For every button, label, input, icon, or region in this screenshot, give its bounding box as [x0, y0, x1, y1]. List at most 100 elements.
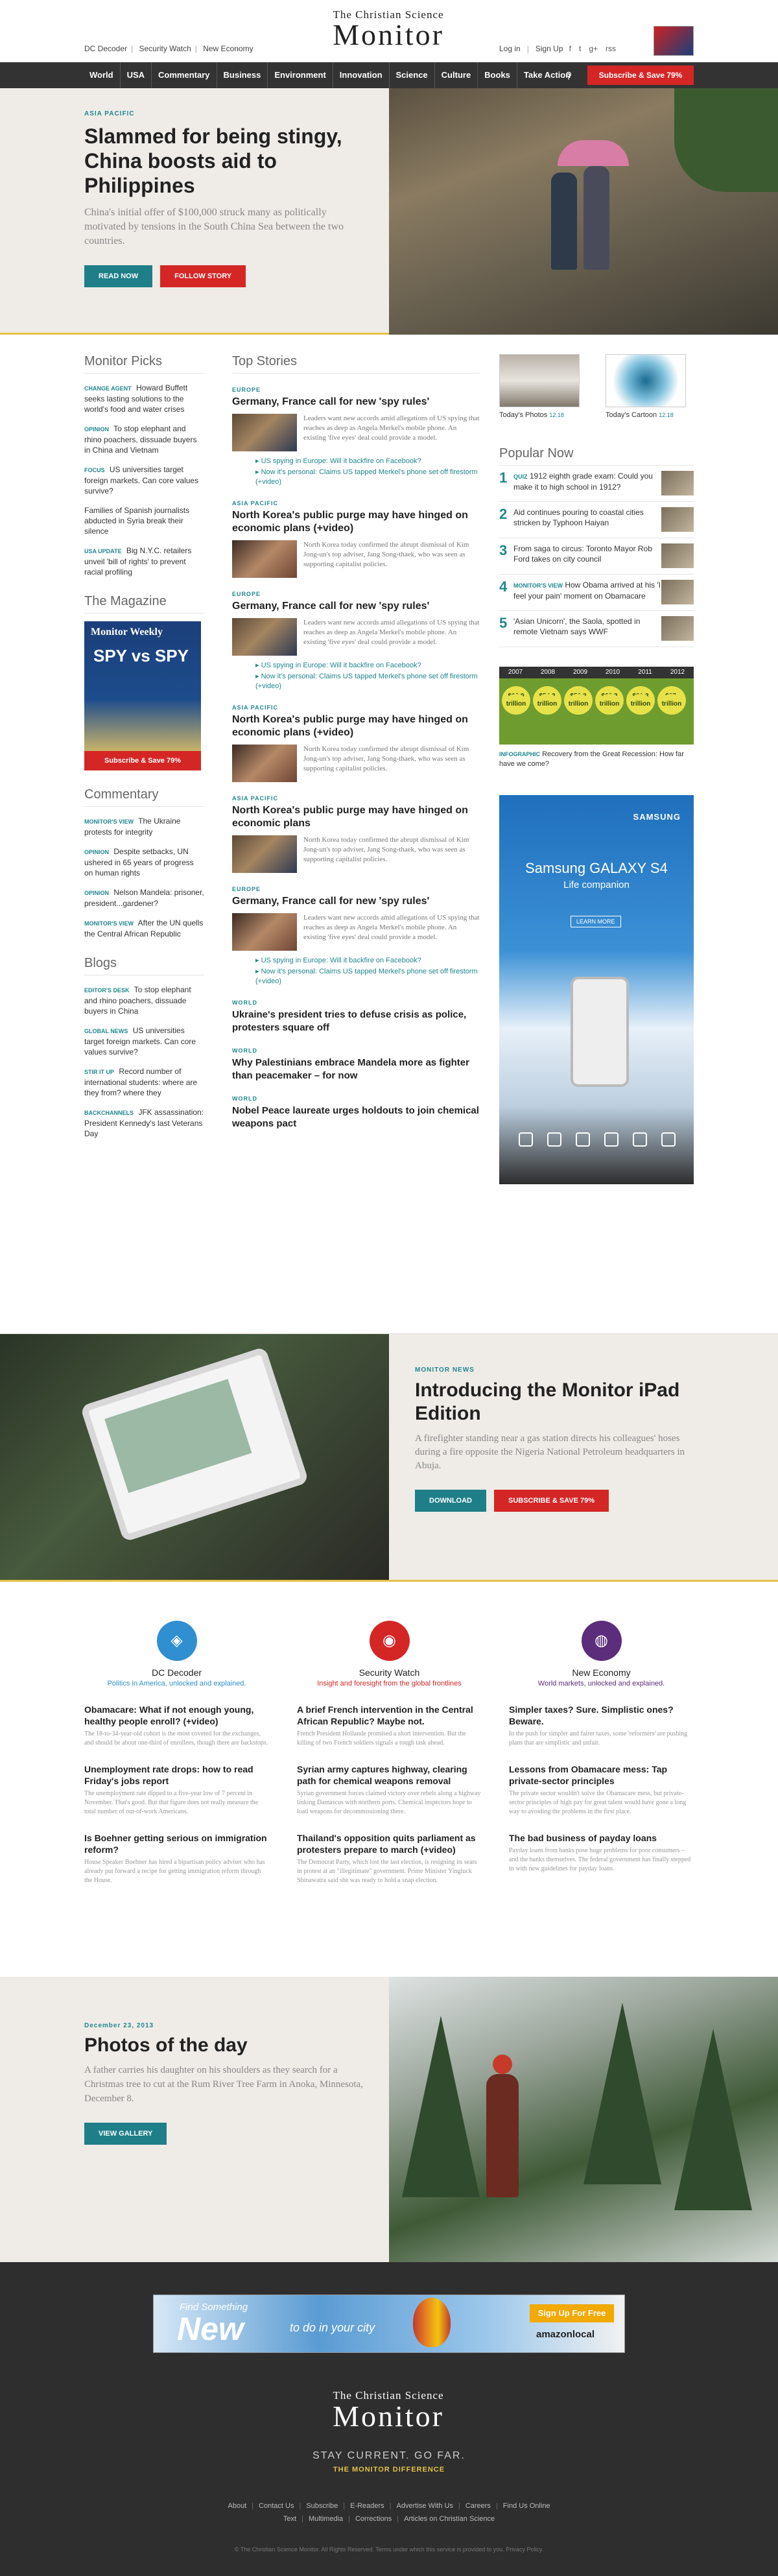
story-headline[interactable]: Germany, France call for new 'spy rules'	[232, 895, 480, 908]
blog-article-headline[interactable]: Thailand's opposition quits parliament a…	[297, 1832, 482, 1855]
footer-link[interactable]: Find Us Online	[503, 2502, 550, 2510]
subscribe-button[interactable]: Subscribe & Save 79%	[587, 66, 694, 85]
login-link[interactable]: Log in	[499, 44, 521, 53]
item-kicker[interactable]: Stir It Up	[84, 1069, 114, 1075]
story-headline[interactable]: North Korea's public purge may have hing…	[232, 804, 480, 830]
follow-story-button[interactable]: Follow Story	[160, 265, 246, 287]
todays-cartoon-image[interactable]	[606, 354, 686, 407]
compass-icon[interactable]: ◈	[156, 1621, 197, 1661]
story-kicker[interactable]: World	[232, 1047, 480, 1054]
footer-logo[interactable]: The Christian Science Monitor	[307, 2389, 469, 2431]
popular-headline[interactable]: 1912 eighth grade exam: Could you make i…	[513, 471, 653, 492]
nav-item-commentary[interactable]: Commentary	[151, 62, 216, 88]
infographic[interactable]: 200720082009201020112012 $66.9trillion$5…	[499, 667, 694, 745]
blog-name[interactable]: Security Watch	[297, 1667, 482, 1678]
blog-article-headline[interactable]: Unemployment rate drops: how to read Fri…	[84, 1763, 269, 1787]
story-thumbnail[interactable]	[232, 745, 297, 782]
list-item[interactable]: Opinion To stop elephant and rhino poach…	[84, 423, 204, 455]
story-headline[interactable]: Germany, France call for new 'spy rules'	[232, 600, 480, 613]
download-button[interactable]: Download	[415, 1490, 486, 1512]
nav-item-world[interactable]: World	[84, 62, 120, 88]
eye-icon[interactable]: ◉	[369, 1621, 410, 1661]
list-item[interactable]: Backchannels JFK assassination: Presiden…	[84, 1107, 204, 1139]
amazon-local-ad[interactable]: Find Something New to do in your city Si…	[153, 2295, 625, 2353]
item-kicker[interactable]: Monitor's View	[84, 920, 134, 927]
list-item[interactable]: Editor's Desk To stop elephant and rhino…	[84, 984, 204, 1016]
blog-article-headline[interactable]: Lessons from Obamacare mess: Tap private…	[509, 1763, 694, 1787]
story-headline[interactable]: North Korea's public purge may have hing…	[232, 713, 480, 739]
blog-name[interactable]: New Economy	[509, 1667, 694, 1678]
blog-article-headline[interactable]: Syrian army captures highway, clearing p…	[297, 1763, 482, 1787]
popular-headline[interactable]: Aid continues pouring to coastal cities …	[513, 508, 644, 527]
globe-icon[interactable]: ◍	[581, 1621, 622, 1661]
footer-link[interactable]: Multimedia	[309, 2515, 343, 2523]
footer-link[interactable]: E-Readers	[350, 2502, 384, 2510]
todays-photos-image[interactable]	[499, 354, 580, 407]
popular-item[interactable]: 4 Monitor's View How Obama arrived at his…	[499, 575, 694, 611]
nav-item-books[interactable]: Books	[477, 62, 517, 88]
story-kicker[interactable]: Asia Pacific	[232, 704, 480, 711]
magazine-thumbnail[interactable]	[654, 26, 694, 56]
potd-title[interactable]: Photos of the day	[84, 2034, 370, 2057]
item-kicker[interactable]: USA Update	[84, 548, 122, 555]
read-now-button[interactable]: Read Now	[84, 265, 153, 287]
related-link[interactable]: US spying in Europe: Will it backfire on…	[255, 457, 480, 466]
list-item[interactable]: Stir It Up Record number of internationa…	[84, 1066, 204, 1098]
hero-headline[interactable]: Slammed for being stingy, China boosts a…	[84, 124, 370, 198]
list-item[interactable]: Opinion Despite setbacks, UN ushered in …	[84, 846, 204, 878]
blog-article-headline[interactable]: A brief French intervention in the Centr…	[297, 1704, 482, 1727]
popular-thumbnail[interactable]	[661, 580, 694, 604]
blog-name[interactable]: DC Decoder	[84, 1667, 269, 1678]
footer-link[interactable]: Text	[283, 2515, 296, 2523]
site-logo[interactable]: The Christian Science Monitor	[307, 9, 469, 50]
nav-item-science[interactable]: Science	[388, 62, 434, 88]
list-item[interactable]: Opinion Nelson Mandela: prisoner, presid…	[84, 887, 204, 909]
popular-thumbnail[interactable]	[661, 471, 694, 495]
related-link[interactable]: Now it's personal: Claims US tapped Merk…	[255, 672, 480, 691]
item-kicker[interactable]: Backchannels	[84, 1110, 134, 1116]
list-item[interactable]: Monitor's View The Ukraine protests for …	[84, 816, 204, 837]
blog-article-headline[interactable]: Is Boehner getting serious on immigratio…	[84, 1832, 269, 1855]
story-kicker[interactable]: Europe	[232, 591, 480, 597]
popular-item[interactable]: 1 Quiz 1912 eighth grade exam: Could you …	[499, 466, 694, 502]
popular-headline[interactable]: 'Asian Unicorn', the Saola, spotted in r…	[513, 617, 640, 636]
footer-link[interactable]: About	[228, 2502, 246, 2510]
related-link[interactable]: US spying in Europe: Will it backfire on…	[255, 956, 480, 966]
list-item[interactable]: Families of Spanish journalists abducted…	[84, 505, 204, 536]
footer-link[interactable]: Corrections	[355, 2515, 392, 2523]
story-headline[interactable]: Ukraine's president tries to defuse cris…	[232, 1008, 480, 1034]
ipad-headline[interactable]: Introducing the Monitor iPad Edition	[415, 1379, 694, 1425]
footer-link[interactable]: Articles on Christian Science	[404, 2515, 495, 2523]
quick-link-dc-decoder[interactable]: DC Decoder	[84, 44, 127, 53]
quick-link-new-economy[interactable]: New Economy	[203, 44, 253, 53]
magazine-cover[interactable]: Monitor Weekly SPY vs SPY	[84, 621, 201, 751]
monitor-difference-link[interactable]: THE MONITOR DIFFERENCE	[0, 2466, 778, 2474]
related-link[interactable]: US spying in Europe: Will it backfire on…	[255, 661, 480, 671]
magazine-subscribe-button[interactable]: Subscribe & Save 79%	[84, 751, 201, 770]
samsung-ad[interactable]: SAMSUNG Samsung GALAXY S4 Life companion…	[499, 795, 694, 1184]
related-link[interactable]: Now it's personal: Claims US tapped Merk…	[255, 967, 480, 986]
story-headline[interactable]: Nobel Peace laureate urges holdouts to j…	[232, 1104, 480, 1130]
story-thumbnail[interactable]	[232, 540, 297, 578]
story-headline[interactable]: North Korea's public purge may have hing…	[232, 509, 480, 535]
item-kicker[interactable]: Focus	[84, 467, 105, 473]
footer-link[interactable]: Careers	[466, 2502, 491, 2510]
signup-link[interactable]: Sign Up	[536, 44, 563, 53]
nav-item-innovation[interactable]: Innovation	[332, 62, 389, 88]
blog-column-header[interactable]: ◍ New Economy World markets, unlocked and …	[509, 1621, 694, 1688]
view-gallery-button[interactable]: View Gallery	[84, 2123, 167, 2145]
story-kicker[interactable]: Asia Pacific	[232, 795, 480, 802]
hero-photo[interactable]	[389, 88, 778, 335]
story-kicker[interactable]: Asia Pacific	[232, 500, 480, 507]
blog-article-headline[interactable]: Simpler taxes? Sure. Simplistic ones? Be…	[509, 1704, 694, 1727]
search-icon[interactable]: ⚲	[565, 70, 572, 81]
list-item[interactable]: USA Update Big N.Y.C. retailers unveil '…	[84, 545, 204, 577]
item-kicker[interactable]: Change Agent	[84, 385, 132, 392]
blog-article-headline[interactable]: Obamacare: What if not enough young, hea…	[84, 1704, 269, 1727]
blog-column-header[interactable]: ◈ DC Decoder Politics in America, unlocked…	[84, 1621, 269, 1688]
popular-item[interactable]: 5 'Asian Unicorn', the Saola, spotted in …	[499, 611, 694, 647]
item-kicker[interactable]: Opinion	[84, 849, 109, 855]
story-headline[interactable]: Why Palestinians embrace Mandela more as…	[232, 1056, 480, 1082]
nav-item-usa[interactable]: USA	[119, 62, 151, 88]
item-kicker[interactable]: Monitor's View	[84, 818, 134, 825]
